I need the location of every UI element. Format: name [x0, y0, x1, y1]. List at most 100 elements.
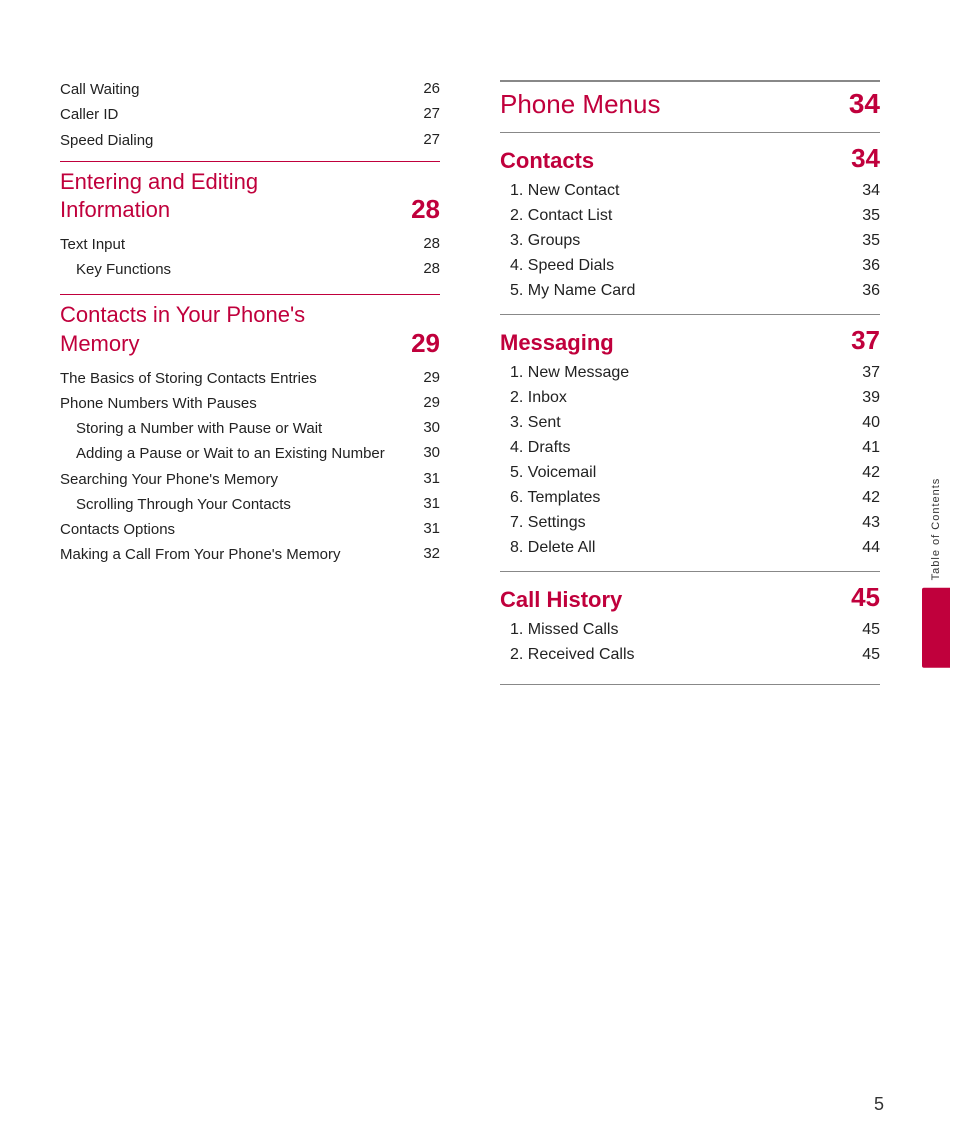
entry-label: 1. New Contact [510, 182, 850, 200]
entry-number: 29 [410, 369, 440, 386]
list-item: 1. New Contact 34 [500, 182, 880, 200]
entry-label: 6. Templates [510, 489, 850, 507]
entry-label: 3. Sent [510, 414, 850, 432]
section-contacts: Contacts 34 1. New Contact 34 2. Contact… [500, 143, 880, 300]
entry-label: Call Waiting [60, 80, 410, 100]
entry-label: Adding a Pause or Wait to an Existing Nu… [76, 444, 410, 464]
entry-label: Searching Your Phone's Memory [60, 470, 410, 490]
section-title: Contacts in Your Phone'sMemory [60, 301, 305, 358]
entry-label: Caller ID [60, 105, 410, 125]
contacts-number: 34 [851, 143, 880, 174]
call-history-number: 45 [851, 582, 880, 613]
entry-label: The Basics of Storing Contacts Entries [60, 369, 410, 389]
entry-label: Phone Numbers With Pauses [60, 394, 410, 414]
list-item: 2. Contact List 35 [500, 207, 880, 225]
list-item: Storing a Number with Pause or Wait 30 [60, 419, 440, 439]
phone-menus-number: 34 [849, 88, 880, 120]
phone-menus-title: Phone Menus [500, 89, 660, 120]
entry-label: 3. Groups [510, 232, 850, 250]
entry-label: 4. Speed Dials [510, 257, 850, 275]
entry-label: 8. Delete All [510, 539, 850, 557]
entry-label: Making a Call From Your Phone's Memory [60, 545, 410, 565]
section-call-history: Call History 45 1. Missed Calls 45 2. Re… [500, 582, 880, 664]
list-item: 6. Templates 42 [500, 489, 880, 507]
left-column: Call Waiting 26 Caller ID 27 Speed Diali… [60, 80, 480, 1085]
section-header: Contacts in Your Phone'sMemory 29 [60, 294, 440, 358]
entry-number: 31 [410, 520, 440, 537]
entry-number: 43 [850, 514, 880, 532]
entry-number: 45 [850, 621, 880, 639]
entry-number: 41 [850, 439, 880, 457]
messaging-header: Messaging 37 [500, 325, 880, 356]
list-item: Caller ID 27 [60, 105, 440, 125]
entry-number: 31 [410, 470, 440, 487]
call-history-title: Call History [500, 587, 622, 613]
list-item: Speed Dialing 27 [60, 131, 440, 151]
section-contacts-memory: Contacts in Your Phone'sMemory 29 The Ba… [60, 294, 440, 565]
entry-label: 2. Contact List [510, 207, 850, 225]
entry-label: 5. Voicemail [510, 464, 850, 482]
side-tab: Table of Contents [918, 477, 954, 668]
entry-number: 45 [850, 646, 880, 664]
entry-number: 27 [410, 105, 440, 122]
entry-label: Key Functions [76, 260, 410, 280]
list-item: The Basics of Storing Contacts Entries 2… [60, 369, 440, 389]
entry-number: 42 [850, 464, 880, 482]
list-item: 2. Received Calls 45 [500, 646, 880, 664]
call-history-header: Call History 45 [500, 582, 880, 613]
entry-number: 36 [850, 282, 880, 300]
list-item: 7. Settings 43 [500, 514, 880, 532]
list-item: Contacts Options 31 [60, 520, 440, 540]
list-item: 4. Speed Dials 36 [500, 257, 880, 275]
entry-number: 28 [410, 235, 440, 252]
top-entries: Call Waiting 26 Caller ID 27 Speed Diali… [60, 80, 440, 151]
divider [500, 132, 880, 133]
entry-label: 4. Drafts [510, 439, 850, 457]
bottom-divider [500, 684, 880, 685]
page-container: Call Waiting 26 Caller ID 27 Speed Diali… [0, 0, 954, 1145]
entry-number: 39 [850, 389, 880, 407]
entry-label: Text Input [60, 235, 410, 255]
list-item: Call Waiting 26 [60, 80, 440, 100]
entry-number: 26 [410, 80, 440, 97]
entry-label: Speed Dialing [60, 131, 410, 151]
entry-label: 1. Missed Calls [510, 621, 850, 639]
entry-number: 30 [410, 444, 440, 461]
entry-number: 30 [410, 419, 440, 436]
entry-number: 34 [850, 182, 880, 200]
list-item: 1. Missed Calls 45 [500, 621, 880, 639]
page-number: 5 [874, 1094, 884, 1115]
divider [500, 571, 880, 572]
list-item: 5. Voicemail 42 [500, 464, 880, 482]
entry-number: 29 [410, 394, 440, 411]
list-item: Scrolling Through Your Contacts 31 [60, 495, 440, 515]
entry-label: Contacts Options [60, 520, 410, 540]
list-item: 3. Groups 35 [500, 232, 880, 250]
entry-label: 2. Received Calls [510, 646, 850, 664]
entry-number: 32 [410, 545, 440, 562]
section-entering-editing: Entering and EditingInformation 28 Text … [60, 161, 440, 281]
list-item: Key Functions 28 [60, 260, 440, 280]
list-item: 5. My Name Card 36 [500, 282, 880, 300]
list-item: 8. Delete All 44 [500, 539, 880, 557]
side-tab-label: Table of Contents [930, 477, 942, 580]
messaging-title: Messaging [500, 330, 614, 356]
section-title: Entering and EditingInformation [60, 168, 258, 225]
section-messaging: Messaging 37 1. New Message 37 2. Inbox … [500, 325, 880, 557]
list-item: Making a Call From Your Phone's Memory 3… [60, 545, 440, 565]
entry-number: 27 [410, 131, 440, 148]
entry-number: 31 [410, 495, 440, 512]
entry-label: Storing a Number with Pause or Wait [76, 419, 410, 439]
list-item: 2. Inbox 39 [500, 389, 880, 407]
list-item: Phone Numbers With Pauses 29 [60, 394, 440, 414]
entry-number: 44 [850, 539, 880, 557]
side-tab-bar [922, 588, 950, 668]
list-item: 1. New Message 37 [500, 364, 880, 382]
entry-label: 1. New Message [510, 364, 850, 382]
list-item: 4. Drafts 41 [500, 439, 880, 457]
messaging-number: 37 [851, 325, 880, 356]
entry-number: 37 [850, 364, 880, 382]
entry-label: 2. Inbox [510, 389, 850, 407]
entry-number: 35 [850, 232, 880, 250]
entry-number: 28 [410, 260, 440, 277]
